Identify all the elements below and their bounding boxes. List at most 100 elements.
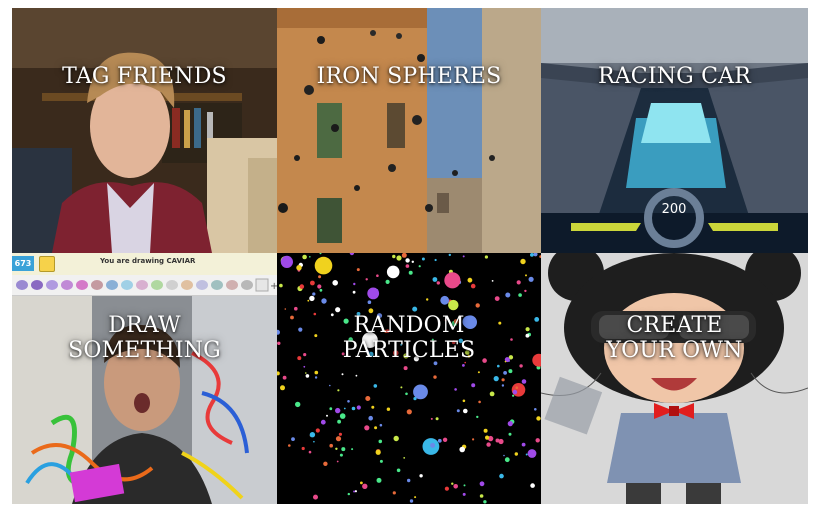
particle [324, 265, 327, 268]
particle [477, 371, 480, 374]
tile-random-particles[interactable]: RANDOM PARTICLES [277, 253, 541, 504]
particle [353, 282, 356, 286]
particle [329, 443, 333, 448]
particle [436, 281, 440, 285]
particle [282, 375, 287, 380]
particle [379, 459, 383, 463]
particle [343, 407, 346, 410]
particle [308, 450, 312, 454]
particle [485, 435, 490, 440]
particle [525, 274, 527, 277]
particle [309, 432, 316, 438]
palette-swatches: + [16, 278, 277, 292]
pencil-icon[interactable] [39, 256, 55, 272]
tile-create-your-own[interactable]: CREATE YOUR OWN [541, 253, 808, 504]
particle [362, 483, 368, 489]
particle [442, 437, 448, 442]
particle [396, 468, 401, 473]
particle [339, 413, 346, 419]
particle [337, 389, 340, 392]
particle [385, 279, 390, 284]
particle [367, 287, 380, 300]
particle [475, 303, 480, 308]
particle [479, 494, 484, 498]
particle [508, 432, 512, 436]
particle [280, 385, 285, 391]
particle [351, 406, 356, 411]
particle [302, 254, 307, 260]
tile-iron-spheres[interactable]: IRON SPHERES [277, 8, 541, 253]
particle [284, 308, 287, 310]
particle [435, 417, 439, 421]
tile-draw-something[interactable]: 673 You are drawing CAVIAR + DRAW SOMETH… [12, 253, 277, 504]
tile-label: DRAW SOMETHING [68, 313, 221, 363]
particle [470, 283, 476, 289]
particle [494, 296, 500, 301]
particle [462, 364, 465, 367]
particle [386, 407, 391, 411]
particle [462, 255, 465, 258]
particle [392, 254, 396, 259]
particle [430, 442, 436, 448]
tile-tag-friends[interactable]: TAG FRIENDS [12, 8, 277, 253]
particle [335, 447, 338, 450]
particle [419, 474, 423, 478]
particle [521, 379, 527, 384]
particle [405, 392, 408, 396]
particle [368, 415, 373, 421]
particle [294, 306, 298, 311]
tile-label: IRON SPHERES [316, 64, 502, 89]
particle [378, 439, 383, 444]
particle [341, 373, 344, 376]
particle [521, 442, 526, 447]
particle [483, 428, 488, 433]
particle [396, 255, 402, 261]
draw-toolbar: 673 You are drawing CAVIAR [12, 253, 277, 276]
particle [312, 292, 316, 296]
particle [279, 283, 283, 288]
tile-racing-car[interactable]: 200 RACING CAR [541, 8, 808, 253]
particle [365, 396, 371, 401]
tile-label: CREATE YOUR OWN [606, 313, 743, 363]
tile-label: RANDOM PARTICLES [342, 313, 476, 363]
particle [367, 300, 372, 304]
tag-friends-image [12, 8, 277, 253]
particle [505, 292, 511, 298]
particle [472, 438, 475, 441]
particle [430, 417, 433, 420]
particle [365, 278, 368, 281]
particle [440, 295, 450, 305]
demo-grid: TAG FRIENDS IRON SPHERES 200 RACING CAR … [12, 8, 808, 504]
particle [508, 369, 513, 374]
particle [514, 452, 518, 456]
particle [313, 440, 315, 443]
particle [407, 478, 411, 483]
particle [463, 408, 468, 414]
particle [448, 299, 459, 311]
particle [392, 491, 396, 495]
particle [323, 461, 328, 466]
particle [403, 366, 408, 371]
particle [463, 484, 466, 487]
particle [456, 409, 460, 413]
particle [462, 492, 466, 496]
particle [401, 253, 407, 258]
particle [315, 428, 320, 433]
particle [341, 447, 346, 452]
particle [478, 400, 481, 404]
tile-label: RACING CAR [597, 64, 752, 89]
particle [299, 284, 305, 289]
particle [288, 444, 291, 447]
particle [320, 419, 326, 425]
particle [313, 494, 318, 500]
particle [503, 454, 505, 457]
particle [434, 258, 437, 262]
particle [335, 436, 342, 442]
particle [405, 258, 410, 263]
racing-car-image: 200 [541, 8, 808, 253]
particle [337, 419, 341, 424]
color-palette[interactable]: + [12, 275, 277, 296]
particle [411, 260, 414, 263]
particle [530, 483, 535, 488]
particle [314, 256, 333, 275]
